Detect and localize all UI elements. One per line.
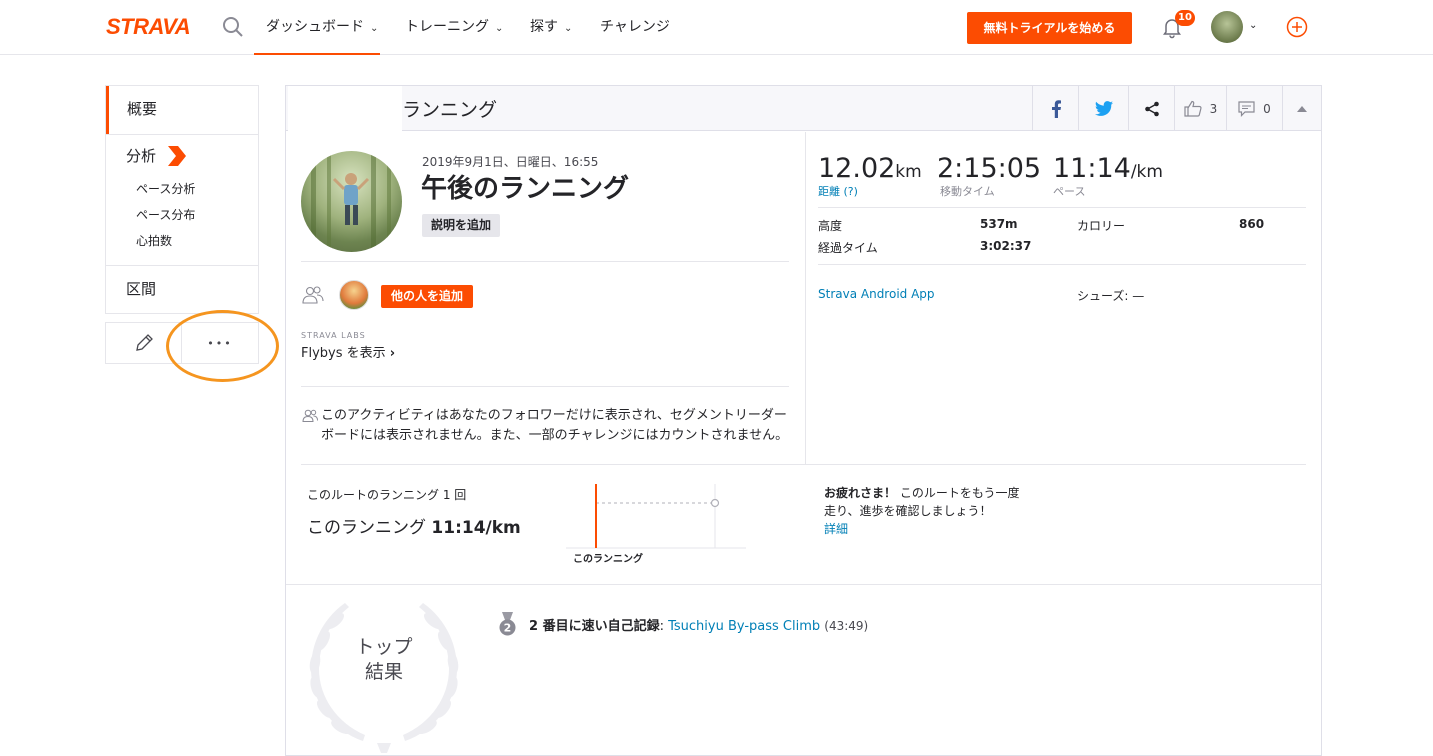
kudos-count: 3 — [1209, 101, 1218, 116]
sidebar-subitem-pace-analysis[interactable]: ペース分析 — [136, 176, 258, 202]
chevron-down-icon: ⌄ — [370, 23, 379, 34]
caret-up-icon — [1297, 105, 1307, 112]
divider — [301, 464, 1306, 465]
facebook-share-button[interactable] — [1032, 86, 1078, 131]
elapsed-time-label: 経過タイム — [818, 241, 878, 255]
activity-title[interactable]: 午後のランニング — [421, 168, 629, 205]
divider — [818, 207, 1306, 208]
sidebar-subitem-heart-rate[interactable]: 心拍数 — [136, 228, 258, 254]
divider — [301, 386, 789, 387]
activity-panel: ランニング 3 0 2019年9月1日、日曜日、16:55 午後のランニング 説… — [285, 85, 1322, 756]
pencil-icon — [135, 334, 153, 351]
elevation-label: 高度 — [818, 219, 843, 233]
kudos-button[interactable]: 3 — [1174, 86, 1226, 131]
activity-header: ランニング 3 0 — [286, 86, 1321, 132]
highlight-annotation — [166, 310, 279, 382]
silver-medal-icon: 2 — [499, 612, 516, 636]
twitter-icon — [1094, 101, 1113, 116]
chevron-down-icon[interactable]: ⌄ — [1249, 20, 1257, 31]
nav-explore[interactable]: 探す ⌄ — [530, 0, 572, 55]
twitter-share-button[interactable] — [1078, 86, 1128, 131]
nav-training[interactable]: トレーニング ⌄ — [405, 0, 503, 55]
thumbs-up-icon — [1184, 100, 1202, 117]
shoes-info: シューズ: — — [1077, 289, 1145, 303]
medal-rank: 2 — [504, 622, 512, 635]
route-comparison-chart[interactable]: このランニング — [566, 482, 746, 572]
activity-sidebar: 概要 分析 ペース分析 ペース分布 心拍数 区間 ••• — [105, 85, 259, 364]
nav-challenges[interactable]: チャレンジ — [600, 0, 670, 55]
divider — [301, 261, 789, 262]
route-run-count: このルートのランニング 1 回 — [307, 488, 467, 502]
elapsed-time-value: 3:02:37 — [980, 239, 1032, 253]
privacy-notice: このアクティビティはあなたのフォロワーだけに表示され、セグメントリーダー ボード… — [321, 408, 789, 443]
chevron-down-icon: ⌄ — [564, 23, 573, 34]
distance-stat: 12.02km 距離 (?) — [818, 153, 922, 199]
segment-link[interactable]: Tsuchiyu By-pass Climb — [668, 619, 820, 634]
chevron-right-icon: › — [389, 346, 396, 361]
header-tab — [288, 86, 402, 132]
comment-count: 0 — [1263, 101, 1271, 116]
calories-label: カロリー — [1077, 219, 1126, 233]
column-divider — [805, 132, 806, 464]
achievement-row: 2 番目に速い自己記録: Tsuchiyu By-pass Climb (43:… — [529, 619, 869, 634]
sidebar-item-overview[interactable]: 概要 — [106, 86, 258, 134]
notification-badge: 10 — [1175, 10, 1195, 26]
comments-button[interactable]: 0 — [1226, 86, 1282, 131]
top-results-label: トップ 結果 — [355, 636, 413, 683]
upload-plus-icon[interactable] — [1286, 16, 1308, 38]
distance-help-link[interactable]: 距離 (?) — [818, 183, 922, 199]
sidebar-item-analysis[interactable]: 分析 ペース分析 ペース分布 心拍数 — [106, 134, 258, 265]
followers-icon — [302, 409, 318, 422]
search-icon[interactable] — [222, 16, 244, 38]
share-button[interactable] — [1128, 86, 1174, 131]
strava-labs-label: STRAVA LABS — [301, 331, 366, 340]
add-others-button[interactable]: 他の人を追加 — [381, 285, 474, 308]
add-description-button[interactable]: 説明を追加 — [422, 214, 501, 237]
divider — [818, 264, 1306, 265]
chart-label: このランニング — [573, 552, 643, 565]
chart-point[interactable] — [710, 498, 720, 508]
top-navigation: STRAVA ダッシュボード ⌄ トレーニング ⌄ 探す ⌄ チャレンジ 無料トライア… — [0, 0, 1433, 55]
comment-icon — [1238, 100, 1255, 117]
calories-value: 860 — [1239, 217, 1265, 231]
strava-logo[interactable]: STRAVA — [106, 14, 191, 40]
divider — [286, 584, 1321, 585]
summit-chevron-icon — [168, 146, 187, 166]
sidebar-item-segments[interactable]: 区間 — [106, 265, 258, 313]
group-icon — [302, 286, 324, 304]
runner-photo-image — [311, 151, 391, 252]
flybys-link[interactable]: Flybys を表示 › — [301, 342, 395, 361]
route-pace: このランニング 11:14/km — [307, 518, 521, 538]
sidebar-menu: 概要 分析 ペース分析 ペース分布 心拍数 区間 — [105, 85, 259, 314]
route-encouragement: お疲れさま！ このルートをもう一度 走り、進歩を確認しましょう！ 詳細 — [824, 486, 1020, 536]
athlete-avatar[interactable] — [339, 280, 369, 310]
nav-dashboard[interactable]: ダッシュボード ⌄ — [254, 0, 380, 55]
avatar[interactable] — [1211, 11, 1243, 43]
share-icon — [1144, 101, 1159, 116]
facebook-icon — [1051, 99, 1061, 118]
device-link[interactable]: Strava Android App — [818, 287, 935, 301]
collapse-button[interactable] — [1282, 86, 1321, 131]
details-link[interactable]: 詳細 — [824, 522, 848, 536]
sidebar-item-label: 分析 — [126, 147, 157, 165]
activity-photo[interactable] — [301, 151, 402, 252]
elevation-value: 537m — [980, 217, 1018, 231]
sidebar-subitem-pace-distribution[interactable]: ペース分布 — [136, 202, 258, 228]
moving-time-stat: 2:15:05 移動タイム — [937, 153, 1042, 198]
pace-stat: 11:14/km ペース — [1053, 153, 1163, 198]
chevron-down-icon: ⌄ — [495, 23, 504, 34]
activity-type-title: ランニング — [402, 99, 498, 121]
start-trial-button[interactable]: 無料トライアルを始める — [967, 12, 1132, 44]
